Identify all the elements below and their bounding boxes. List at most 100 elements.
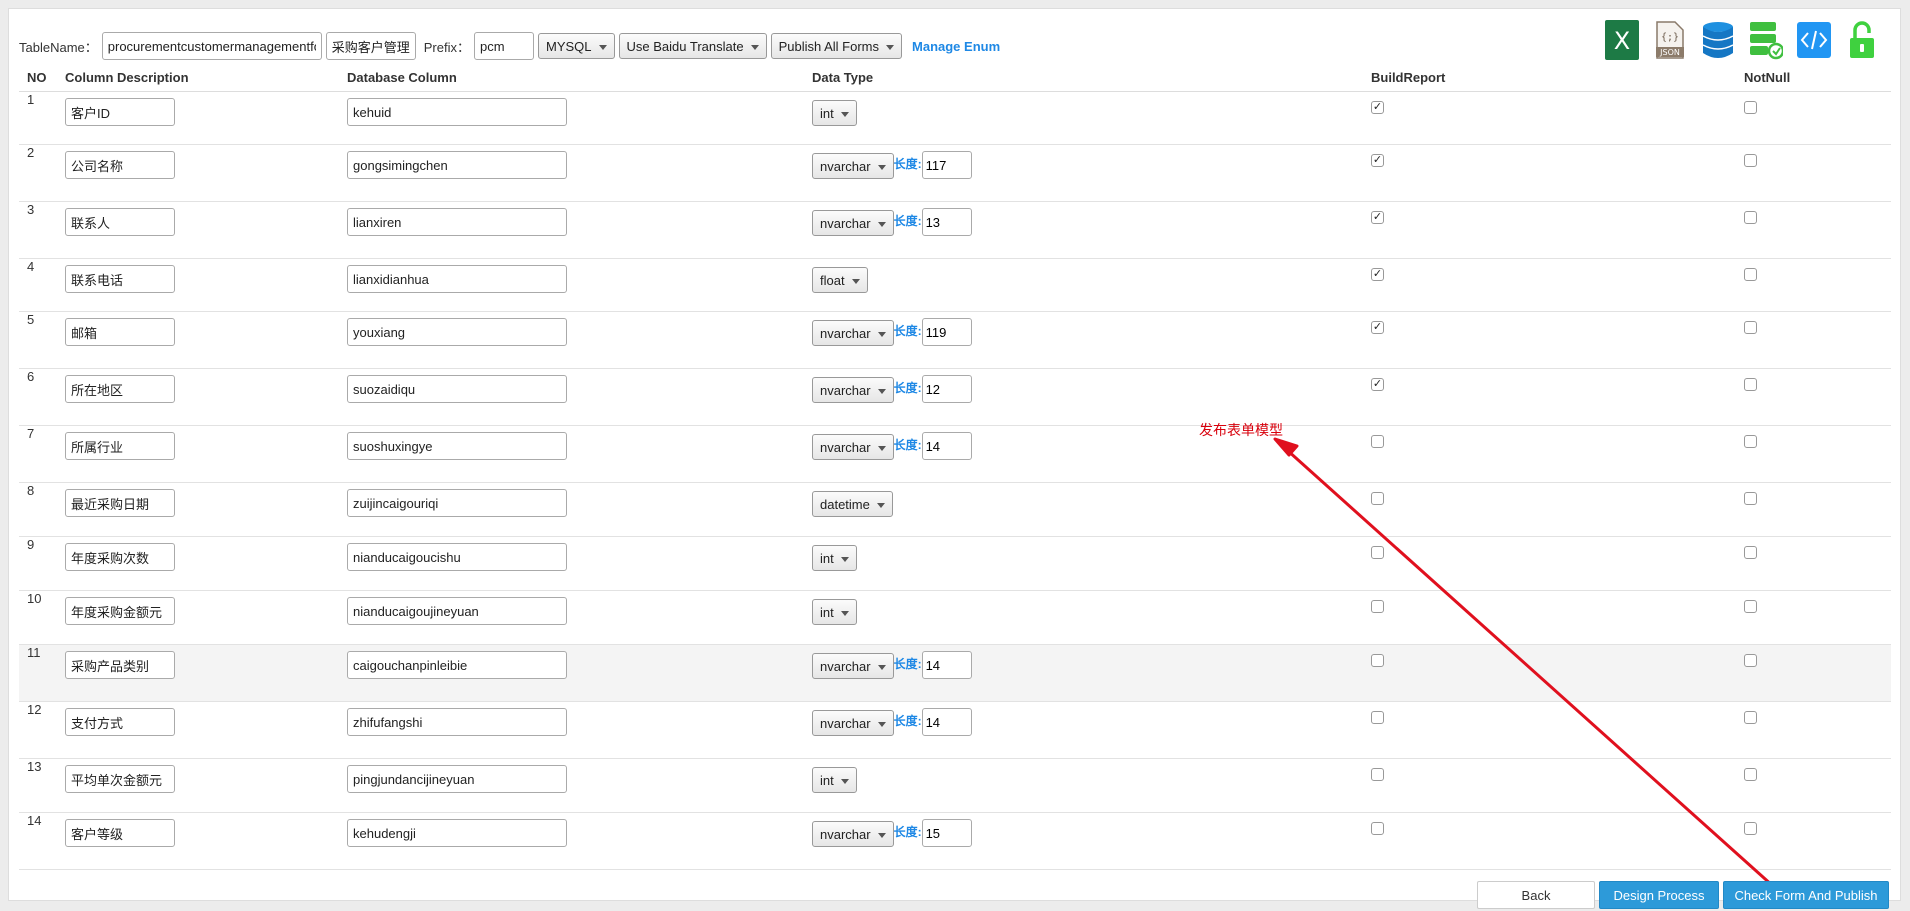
not-null-checkbox[interactable] [1744, 654, 1757, 667]
build-report-checkbox[interactable] [1371, 546, 1384, 559]
length-input[interactable] [921, 708, 972, 736]
data-type-select[interactable]: nvarchar [812, 821, 894, 847]
build-report-checkbox[interactable]: ✓ [1371, 268, 1384, 281]
not-null-checkbox[interactable] [1744, 321, 1757, 334]
data-type-select[interactable]: datetime [812, 491, 893, 517]
data-type-select[interactable]: nvarchar [812, 710, 894, 736]
excel-icon[interactable]: X [1604, 19, 1640, 61]
table-row: 9 int [19, 536, 1891, 591]
database-icon[interactable] [1700, 19, 1736, 61]
build-report-checkbox[interactable]: ✓ [1371, 154, 1384, 167]
build-report-checkbox[interactable]: ✓ [1371, 101, 1384, 114]
database-column-input[interactable] [347, 265, 567, 293]
build-report-checkbox[interactable] [1371, 435, 1384, 448]
build-report-checkbox[interactable] [1371, 822, 1384, 835]
column-description-input[interactable] [65, 489, 175, 517]
build-report-checkbox[interactable]: ✓ [1371, 211, 1384, 224]
length-input[interactable] [921, 208, 972, 236]
not-null-checkbox[interactable] [1744, 378, 1757, 391]
table-name-label: TableName： [19, 39, 98, 55]
not-null-checkbox[interactable] [1744, 492, 1757, 505]
not-null-checkbox[interactable] [1744, 822, 1757, 835]
check-form-publish-button[interactable]: Check Form And Publish [1723, 881, 1889, 909]
build-report-checkbox[interactable] [1371, 768, 1384, 781]
database-column-input[interactable] [347, 151, 567, 179]
column-description-input[interactable] [65, 651, 175, 679]
length-input[interactable] [921, 375, 972, 403]
column-description-input[interactable] [65, 543, 175, 571]
not-null-checkbox[interactable] [1744, 154, 1757, 167]
data-type-select[interactable]: int [812, 767, 857, 793]
length-input[interactable] [921, 432, 972, 460]
data-type-select[interactable]: nvarchar [812, 153, 894, 179]
table-row: 11 nvarchar长度: [19, 644, 1891, 702]
database-column-input[interactable] [347, 375, 567, 403]
database-column-input[interactable] [347, 98, 567, 126]
prefix-input[interactable] [474, 32, 534, 60]
database-column-input[interactable] [347, 651, 567, 679]
build-report-checkbox[interactable]: ✓ [1371, 321, 1384, 334]
not-null-checkbox[interactable] [1744, 211, 1757, 224]
data-type-select[interactable]: int [812, 545, 857, 571]
database-column-input[interactable] [347, 432, 567, 460]
column-description-input[interactable] [65, 597, 175, 625]
build-report-checkbox[interactable] [1371, 711, 1384, 724]
unlock-icon[interactable] [1844, 19, 1880, 61]
build-report-checkbox[interactable] [1371, 654, 1384, 667]
not-null-checkbox[interactable] [1744, 435, 1757, 448]
not-null-checkbox[interactable] [1744, 268, 1757, 281]
data-type-select[interactable]: nvarchar [812, 377, 894, 403]
table-cn-name-input[interactable] [325, 32, 416, 60]
row-number: 8 [19, 482, 57, 537]
design-process-button[interactable]: Design Process [1599, 881, 1719, 909]
column-description-input[interactable] [65, 98, 175, 126]
column-description-input[interactable] [65, 765, 175, 793]
database-column-input[interactable] [347, 208, 567, 236]
length-input[interactable] [921, 651, 972, 679]
length-input[interactable] [921, 819, 972, 847]
column-description-input[interactable] [65, 265, 175, 293]
data-type-select[interactable]: float [812, 267, 868, 293]
row-number: 4 [19, 258, 57, 312]
length-label: 长度: [893, 324, 922, 338]
back-button[interactable]: Back [1477, 881, 1595, 909]
not-null-checkbox[interactable] [1744, 546, 1757, 559]
column-description-input[interactable] [65, 318, 175, 346]
not-null-checkbox[interactable] [1744, 711, 1757, 724]
database-column-input[interactable] [347, 489, 567, 517]
build-report-checkbox[interactable] [1371, 492, 1384, 505]
not-null-checkbox[interactable] [1744, 768, 1757, 781]
database-column-input[interactable] [347, 708, 567, 736]
build-report-checkbox[interactable] [1371, 600, 1384, 613]
data-type-select[interactable]: nvarchar [812, 653, 894, 679]
column-description-input[interactable] [65, 375, 175, 403]
translate-select[interactable]: Use Baidu Translate [618, 33, 767, 59]
not-null-checkbox[interactable] [1744, 101, 1757, 114]
data-type-select[interactable]: nvarchar [812, 320, 894, 346]
column-description-input[interactable] [65, 208, 175, 236]
length-input[interactable] [921, 318, 972, 346]
column-description-input[interactable] [65, 432, 175, 460]
data-type-select[interactable]: nvarchar [812, 434, 894, 460]
data-type-select[interactable]: nvarchar [812, 210, 894, 236]
database-column-input[interactable] [347, 597, 567, 625]
column-description-input[interactable] [65, 708, 175, 736]
server-sync-icon[interactable] [1748, 19, 1784, 61]
database-type-select[interactable]: MYSQL [538, 33, 615, 59]
code-icon[interactable] [1796, 19, 1832, 61]
length-input[interactable] [921, 151, 972, 179]
database-column-input[interactable] [347, 765, 567, 793]
column-description-input[interactable] [65, 819, 175, 847]
table-name-input[interactable] [101, 32, 322, 60]
database-column-input[interactable] [347, 819, 567, 847]
build-report-checkbox[interactable]: ✓ [1371, 378, 1384, 391]
data-type-select[interactable]: int [812, 100, 857, 126]
data-type-select[interactable]: int [812, 599, 857, 625]
database-column-input[interactable] [347, 318, 567, 346]
publish-select[interactable]: Publish All Forms [770, 33, 903, 59]
column-description-input[interactable] [65, 151, 175, 179]
not-null-checkbox[interactable] [1744, 600, 1757, 613]
manage-enum-link[interactable]: Manage Enum [912, 39, 1000, 54]
json-icon[interactable]: {;} JSON [1652, 19, 1688, 61]
database-column-input[interactable] [347, 543, 567, 571]
